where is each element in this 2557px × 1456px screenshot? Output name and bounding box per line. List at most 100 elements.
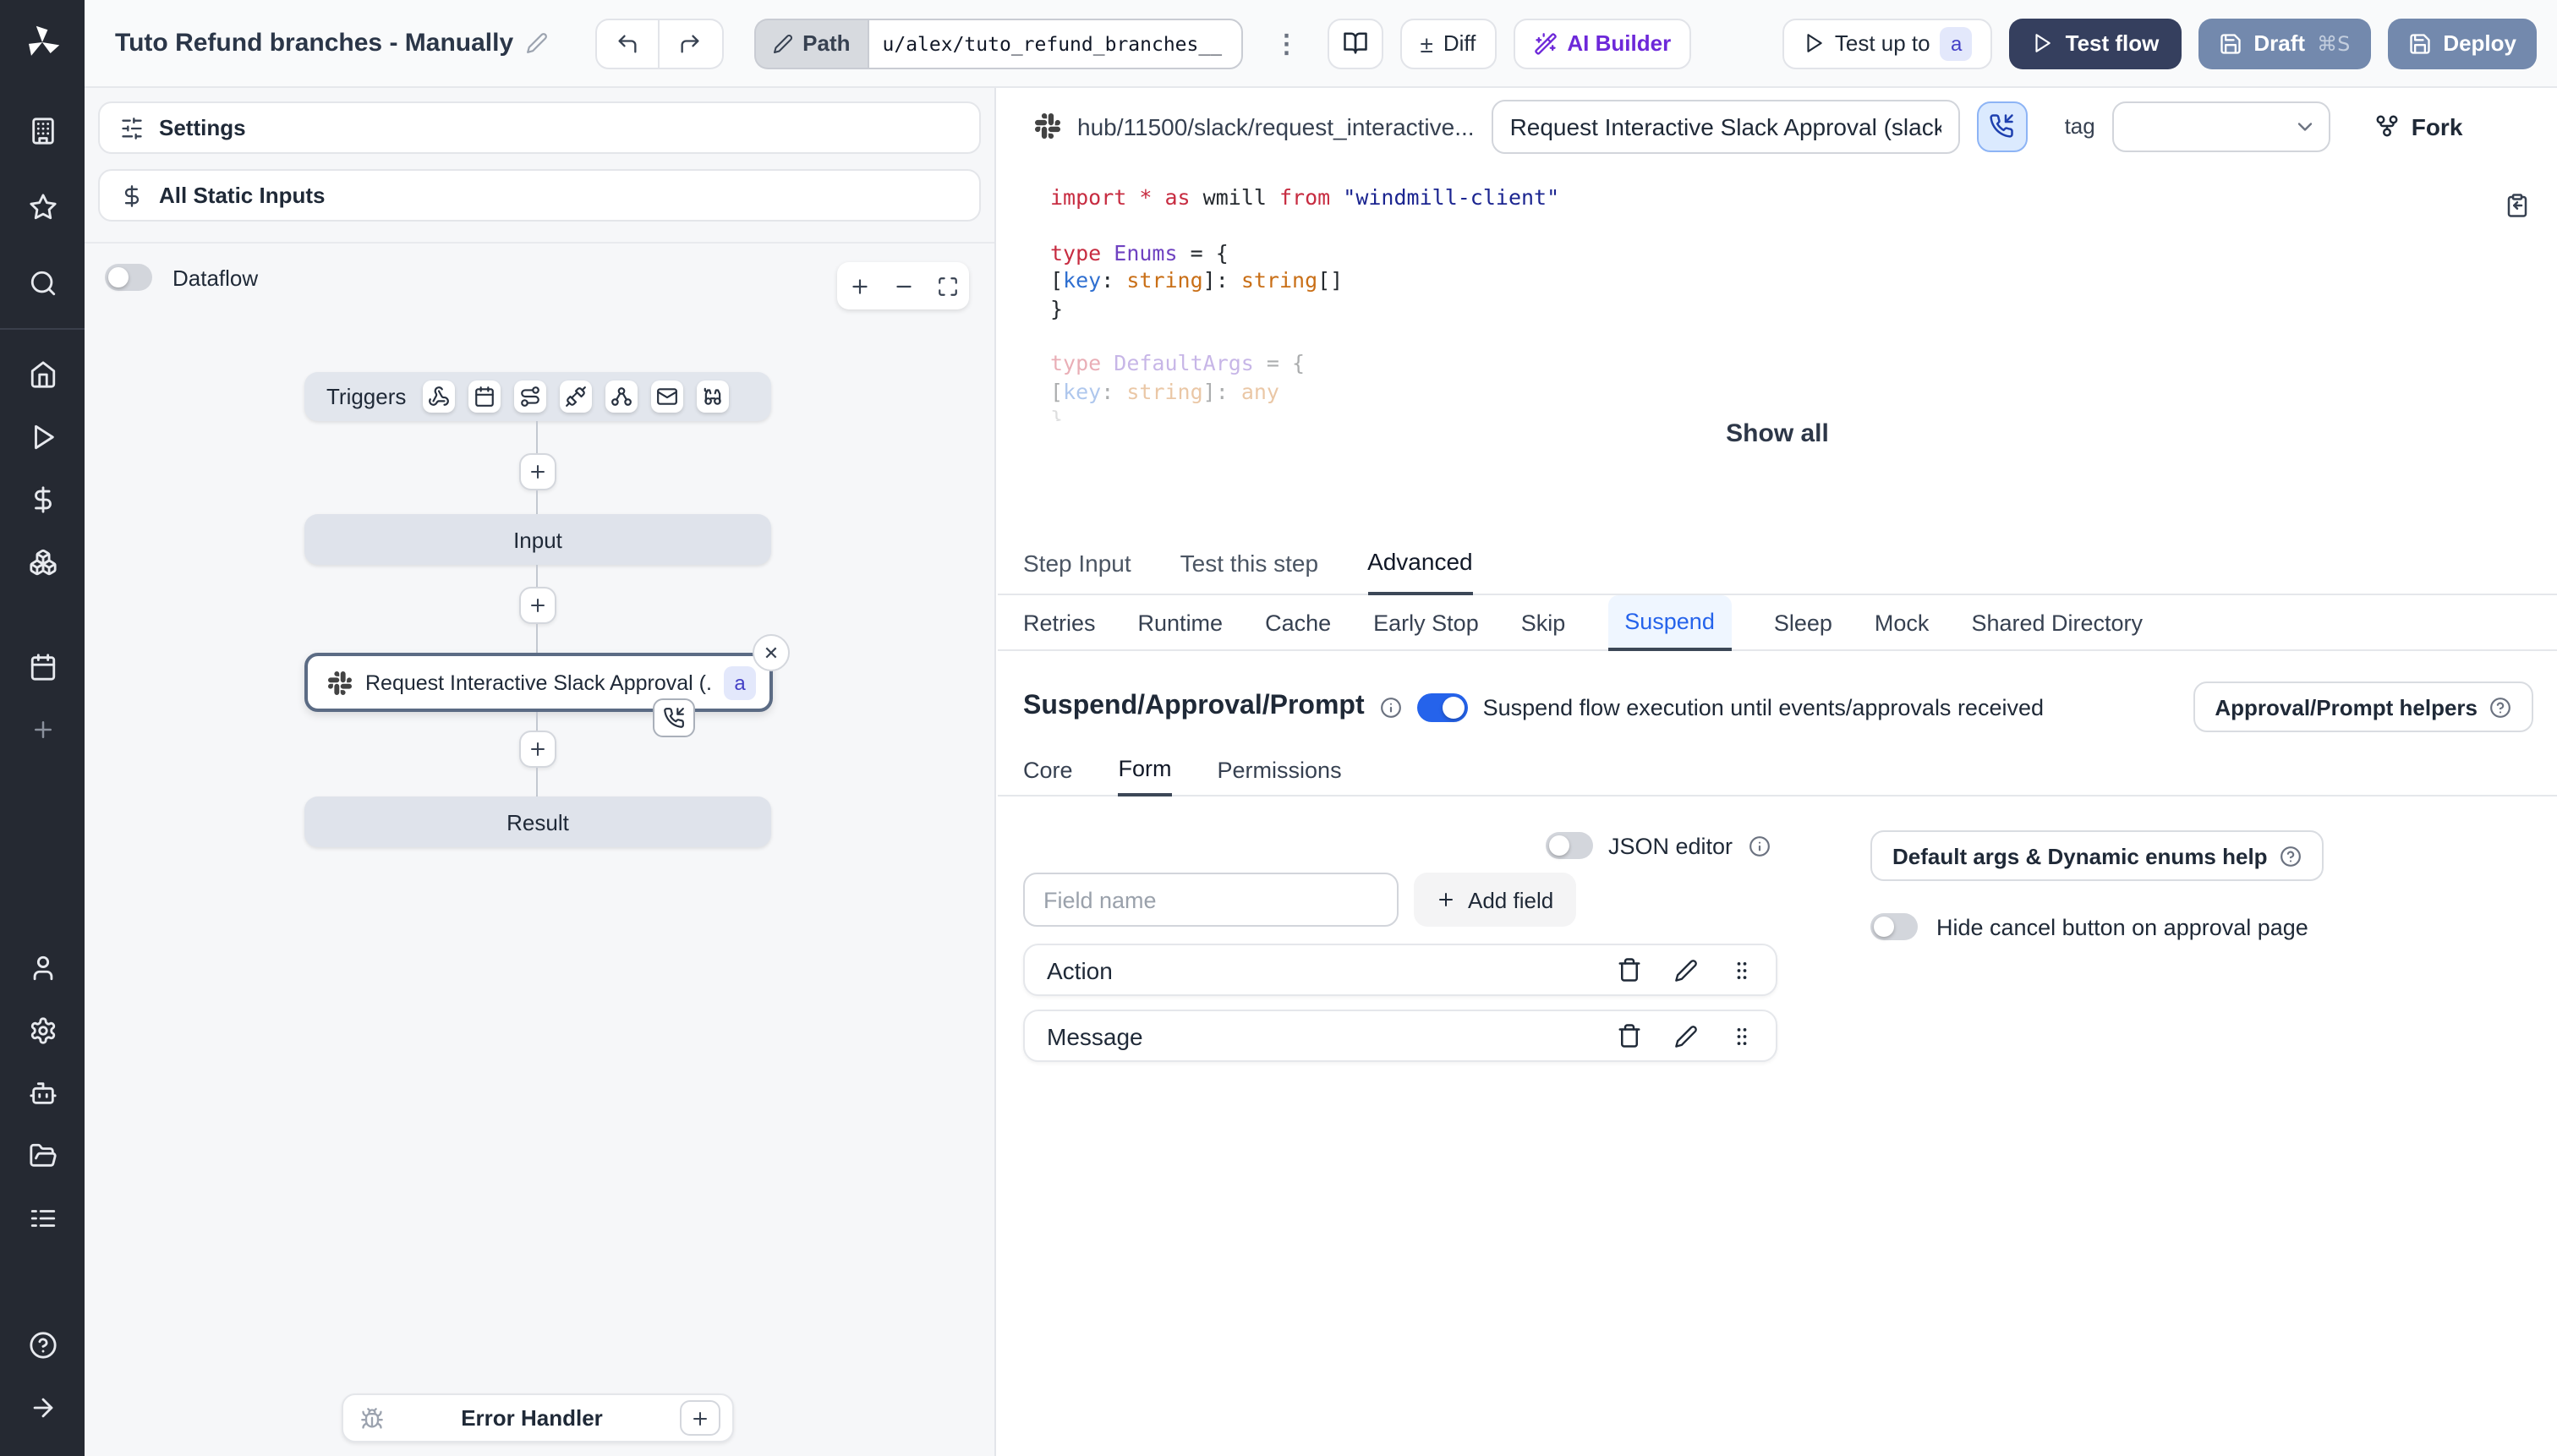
test-flow-button[interactable]: Test flow	[2009, 18, 2182, 68]
show-all-button[interactable]: Show all	[998, 419, 2557, 448]
delete-field-icon[interactable]	[1617, 1023, 1642, 1048]
edit-title-pencil-icon[interactable]	[525, 32, 547, 54]
audit-logs-icon[interactable]	[0, 1187, 85, 1250]
runs-play-icon[interactable]	[0, 406, 85, 468]
tab-step-input[interactable]: Step Input	[1023, 531, 1131, 594]
result-node[interactable]: Result	[304, 796, 771, 847]
websocket-trigger-icon[interactable]	[560, 380, 593, 413]
folders-icon[interactable]	[0, 1125, 85, 1187]
diff-button[interactable]: ± Diff	[1399, 18, 1497, 68]
workspace-icon[interactable]	[0, 100, 85, 162]
tab-mock[interactable]: Mock	[1875, 595, 1930, 649]
fork-button[interactable]: Fork	[2374, 112, 2462, 140]
workers-bot-icon[interactable]	[0, 1062, 85, 1125]
draft-button[interactable]: Draft ⌘S	[2198, 18, 2371, 68]
tab-retries[interactable]: Retries	[1023, 595, 1096, 649]
drag-handle-icon[interactable]	[1730, 958, 1754, 982]
variables-dollar-icon[interactable]	[0, 468, 85, 531]
field-name-input[interactable]	[1023, 873, 1399, 927]
remove-step-button[interactable]: ✕	[753, 634, 790, 671]
tab-sleep[interactable]: Sleep	[1774, 595, 1832, 649]
tab-advanced[interactable]: Advanced	[1367, 531, 1473, 595]
step-tabs: Step Input Test this step Advanced	[998, 531, 2557, 595]
tag-select[interactable]	[2111, 101, 2330, 151]
http-route-trigger-icon[interactable]	[514, 380, 547, 413]
zoom-in-icon[interactable]	[848, 275, 870, 297]
insert-step-button[interactable]	[519, 731, 556, 768]
redo-button[interactable]	[659, 18, 724, 68]
edit-field-icon[interactable]	[1674, 1024, 1698, 1048]
error-handler-node[interactable]: Error Handler	[342, 1393, 734, 1442]
triggers-node[interactable]: Triggers	[304, 372, 771, 421]
path-group: Path	[753, 18, 1243, 68]
drag-handle-icon[interactable]	[1730, 1024, 1754, 1048]
edge-line	[536, 490, 538, 514]
tab-early-stop[interactable]: Early Stop	[1373, 595, 1479, 649]
help-icon	[2280, 846, 2301, 866]
flow-title[interactable]: Tuto Refund branches - Manually	[115, 29, 513, 57]
paste-clipboard-icon[interactable]	[2505, 193, 2530, 218]
ai-builder-button[interactable]: AI Builder	[1513, 18, 1692, 68]
kafka-trigger-icon[interactable]	[605, 380, 638, 413]
tab-permissions[interactable]: Permissions	[1218, 744, 1342, 795]
fit-view-icon[interactable]	[936, 275, 958, 297]
all-static-inputs-row[interactable]: All Static Inputs	[98, 169, 981, 222]
approval-prompt-helpers-button[interactable]: Approval/Prompt helpers	[2193, 681, 2533, 732]
expand-sidebar-arrow-icon[interactable]	[0, 1377, 85, 1439]
add-error-handler-button[interactable]	[680, 1400, 720, 1436]
poll-trigger-icon[interactable]	[697, 380, 730, 413]
flow-settings-row[interactable]: Settings	[98, 101, 981, 154]
input-node[interactable]: Input	[304, 514, 771, 565]
schedule-trigger-icon[interactable]	[468, 380, 501, 413]
tab-suspend[interactable]: Suspend	[1607, 595, 1732, 651]
help-icon[interactable]	[0, 1314, 85, 1377]
default-args-help-button[interactable]: Default args & Dynamic enums help	[1870, 830, 2324, 881]
slack-approval-step-node[interactable]: Request Interactive Slack Approval (... …	[304, 653, 773, 712]
users-icon[interactable]	[0, 937, 85, 999]
search-icon[interactable]	[0, 252, 85, 315]
path-input[interactable]	[867, 18, 1243, 68]
tab-skip[interactable]: Skip	[1521, 595, 1566, 649]
hide-cancel-toggle[interactable]	[1870, 913, 1918, 940]
code-editor[interactable]: import * as wmill from "windmill-client"…	[1050, 184, 2557, 438]
tab-core[interactable]: Core	[1023, 744, 1073, 795]
insert-step-button[interactable]	[519, 587, 556, 624]
resources-boxes-icon[interactable]	[0, 531, 85, 594]
delete-field-icon[interactable]	[1617, 957, 1642, 983]
tab-shared-directory[interactable]: Shared Directory	[1971, 595, 2143, 649]
field-row-action[interactable]: Action	[1023, 944, 1777, 996]
dataflow-toggle[interactable]	[105, 264, 152, 291]
suspend-phone-button[interactable]	[1976, 101, 2028, 151]
suspend-phone-badge[interactable]	[653, 698, 695, 737]
schedules-calendar-icon[interactable]	[0, 636, 85, 698]
flow-graph-panel: Settings All Static Inputs Dataflow Trig…	[85, 88, 996, 1456]
zoom-out-icon[interactable]	[892, 275, 914, 297]
home-icon[interactable]	[0, 343, 85, 406]
error-handler-label: Error Handler	[461, 1405, 603, 1431]
undo-button[interactable]	[594, 18, 660, 68]
deploy-button[interactable]: Deploy	[2387, 18, 2537, 68]
path-button[interactable]: Path	[753, 18, 868, 68]
settings-gear-icon[interactable]	[0, 999, 85, 1062]
windmill-logo[interactable]	[22, 22, 63, 63]
email-trigger-icon[interactable]	[651, 380, 684, 413]
suspend-enable-toggle[interactable]	[1416, 692, 1468, 721]
edit-field-icon[interactable]	[1674, 958, 1698, 982]
docs-book-button[interactable]	[1327, 18, 1383, 68]
test-up-to-button[interactable]: Test up to a	[1782, 18, 1993, 68]
favorites-star-icon[interactable]	[0, 176, 85, 238]
more-options-kebab-icon[interactable]: ⋮	[1270, 28, 1304, 58]
field-row-message[interactable]: Message	[1023, 1010, 1777, 1062]
tab-runtime[interactable]: Runtime	[1138, 595, 1224, 649]
json-editor-toggle[interactable]	[1546, 832, 1593, 859]
diff-icon: ±	[1420, 30, 1433, 57]
webhook-trigger-icon[interactable]	[423, 380, 456, 413]
insert-step-button[interactable]	[519, 453, 556, 490]
sidebar-plus-icon[interactable]	[0, 698, 85, 761]
tab-form[interactable]: Form	[1118, 744, 1172, 796]
add-field-button[interactable]: Add field	[1414, 873, 1576, 927]
step-summary-input[interactable]	[1491, 99, 1960, 153]
tab-test-this-step[interactable]: Test this step	[1180, 531, 1318, 594]
hub-script-path[interactable]: hub/11500/slack/request_interactive...	[1077, 112, 1475, 140]
tab-cache[interactable]: Cache	[1265, 595, 1331, 649]
